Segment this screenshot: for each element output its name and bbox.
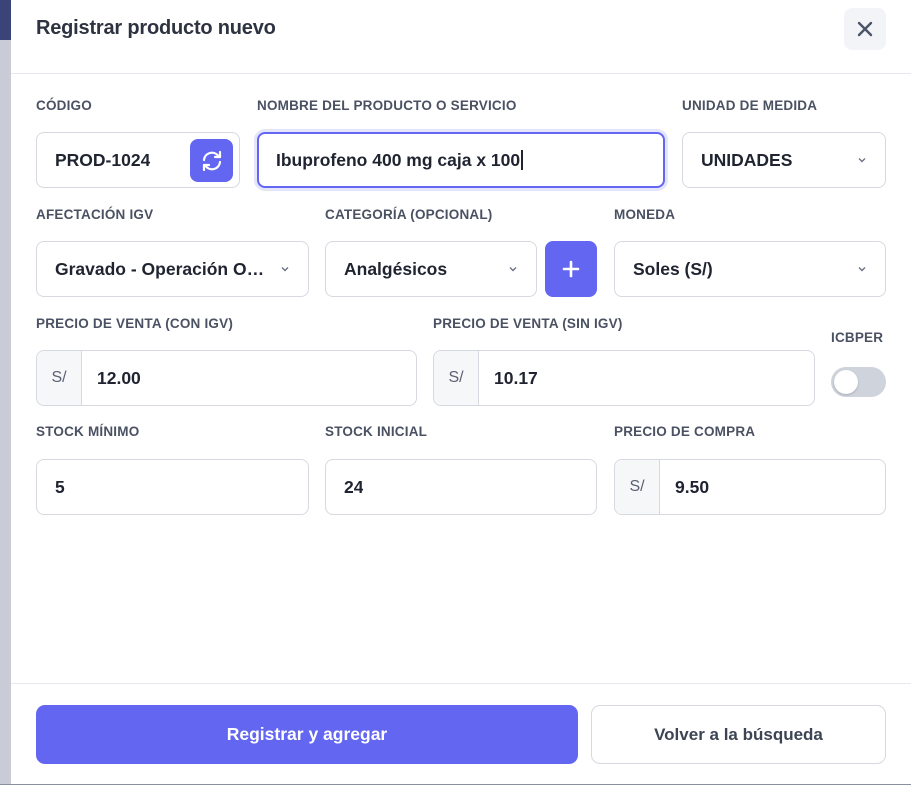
precio-compra-label: PRECIO DE COMPRA [614,424,756,439]
afectacion-value: Gravado - Operación One... [55,258,269,279]
chevron-down-icon [509,267,517,272]
currency-prefix: S/ [434,351,479,405]
precio-compra-input[interactable]: S/ 9.50 [614,459,886,515]
back-to-search-button[interactable]: Volver a la búsqueda [591,705,886,764]
categoria-select[interactable]: Analgésicos [325,241,537,297]
categoria-label: CATEGORÍA (OPCIONAL) [325,207,493,222]
add-category-button[interactable] [545,241,597,297]
stock-inicial-value: 24 [344,476,364,497]
register-product-modal: Registrar producto nuevo CÓDIGO PROD-102… [11,0,911,784]
unidad-select[interactable]: UNIDADES [682,132,886,188]
generate-code-button[interactable] [190,139,233,182]
chevron-down-icon [281,267,289,272]
toggle-knob [834,370,858,394]
unidad-label: UNIDAD DE MEDIDA [682,98,818,113]
currency-prefix: S/ [37,351,82,405]
unidad-value: UNIDADES [701,149,793,170]
plus-icon [562,260,580,278]
register-and-add-button[interactable]: Registrar y agregar [36,705,578,764]
precio-compra-value: 9.50 [675,476,710,497]
nombre-input[interactable]: Ibuprofeno 400 mg caja x 100 [257,132,665,188]
modal-footer: Registrar y agregar Volver a la búsqueda [11,683,911,785]
close-button[interactable] [844,8,886,50]
precio-sin-igv-label: PRECIO DE VENTA (SIN IGV) [433,316,623,331]
modal-title: Registrar producto nuevo [36,17,276,39]
moneda-select[interactable]: Soles (S/) [614,241,886,297]
precio-con-igv-value: 12.00 [97,367,141,388]
codigo-label: CÓDIGO [36,98,92,113]
text-cursor [521,150,523,170]
precio-sin-igv-input[interactable]: S/ 10.17 [433,350,815,406]
icbper-label: ICBPER [831,330,884,345]
nombre-value: Ibuprofeno 400 mg caja x 100 [276,149,521,170]
stock-inicial-label: STOCK INICIAL [325,424,428,439]
stock-inicial-input[interactable]: 24 [325,459,597,515]
close-icon [857,21,873,37]
stock-minimo-label: STOCK MÍNIMO [36,424,140,439]
stock-minimo-input[interactable]: 5 [36,459,309,515]
stock-minimo-value: 5 [55,476,65,497]
refresh-icon [202,150,221,171]
afectacion-label: AFECTACIÓN IGV [36,207,154,222]
codigo-value: PROD-1024 [55,149,151,170]
precio-sin-igv-value: 10.17 [494,367,538,388]
chevron-down-icon [858,267,866,272]
precio-con-igv-label: PRECIO DE VENTA (CON IGV) [36,316,234,331]
moneda-value: Soles (S/) [633,258,713,279]
nombre-label: NOMBRE DEL PRODUCTO O SERVICIO [257,98,517,113]
precio-con-igv-input[interactable]: S/ 12.00 [36,350,417,406]
afectacion-select[interactable]: Gravado - Operación One... [36,241,309,297]
categoria-value: Analgésicos [344,258,448,279]
chevron-down-icon [858,158,866,163]
moneda-label: MONEDA [614,207,676,222]
page-backdrop [0,0,11,784]
currency-prefix: S/ [615,460,660,514]
modal-header: Registrar producto nuevo [11,0,911,74]
icbper-toggle[interactable] [831,367,886,397]
